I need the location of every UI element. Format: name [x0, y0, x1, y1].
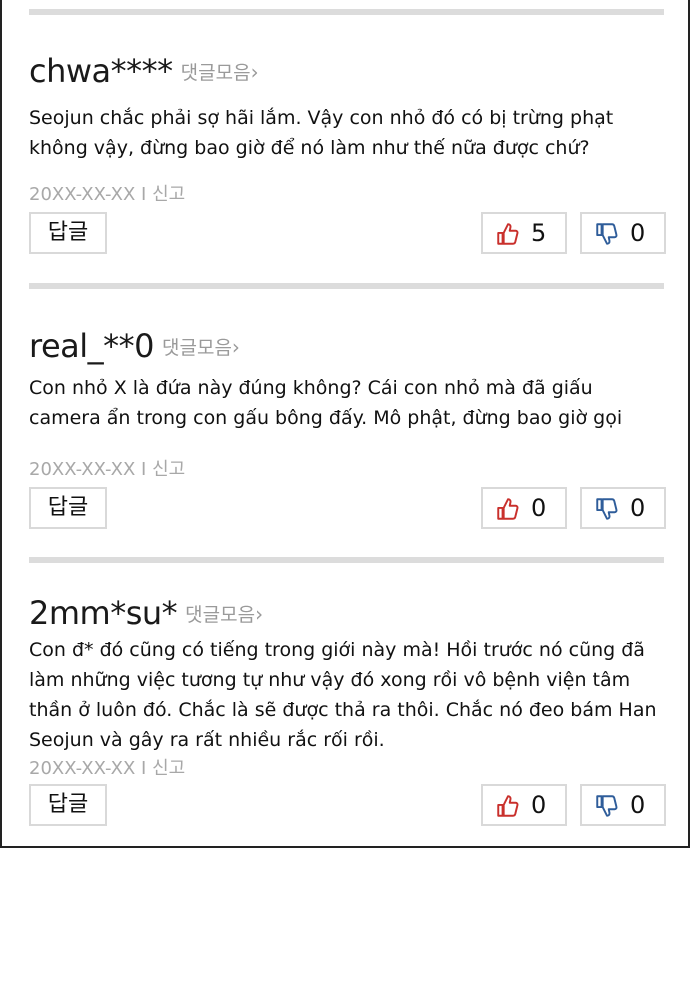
divider — [29, 283, 664, 289]
comment-username[interactable]: chwa**** 댓글모음› — [29, 52, 259, 90]
dislike-count: 0 — [630, 494, 646, 522]
comment-meta: 20XX-XX-XX I 신고 — [29, 754, 185, 780]
comment-date: 20XX-XX-XX — [29, 758, 136, 779]
meta-separator: I — [141, 184, 147, 205]
reply-button[interactable]: 답글 — [29, 212, 107, 254]
username-text[interactable]: chwa**** — [29, 52, 173, 90]
chevron-right-icon: › — [231, 335, 240, 359]
comment-username[interactable]: real_**0 댓글모음› — [29, 327, 240, 365]
dislike-button[interactable]: 0 — [580, 212, 666, 254]
meta-separator: I — [141, 459, 147, 480]
comment-collection-link[interactable]: 댓글모음 — [162, 337, 232, 359]
divider — [29, 557, 664, 563]
comments-panel: chwa**** 댓글모음› Seojun chắc phải sợ hãi lắ… — [0, 0, 690, 848]
comment-text: Seojun chắc phải sợ hãi lắm. Vậy con nhỏ… — [29, 107, 614, 159]
comment-collection-link[interactable]: 댓글모음 — [181, 62, 251, 84]
reply-button[interactable]: 답글 — [29, 487, 107, 529]
thumbs-up-icon — [497, 795, 519, 817]
username-text[interactable]: real_**0 — [29, 327, 155, 365]
comment-meta: 20XX-XX-XX I 신고 — [29, 455, 185, 481]
like-count: 5 — [531, 219, 547, 247]
dislike-count: 0 — [630, 219, 646, 247]
report-link[interactable]: 신고 — [152, 758, 185, 779]
report-link[interactable]: 신고 — [152, 184, 185, 205]
report-link[interactable]: 신고 — [152, 459, 185, 480]
dislike-button[interactable]: 0 — [580, 784, 666, 826]
comment-text: Con nhỏ X là đứa này đúng không? Cái con… — [29, 377, 623, 429]
thumbs-up-icon — [497, 498, 519, 520]
thumbs-down-icon — [596, 498, 618, 520]
comment-date: 20XX-XX-XX — [29, 459, 136, 480]
reply-button[interactable]: 답글 — [29, 784, 107, 826]
chevron-right-icon: › — [255, 602, 263, 626]
thumbs-down-icon — [596, 795, 618, 817]
comment-date: 20XX-XX-XX — [29, 184, 136, 205]
like-button[interactable]: 0 — [481, 784, 567, 826]
comment-meta: 20XX-XX-XX I 신고 — [29, 180, 185, 206]
comment-username[interactable]: 2mm*su* 댓글모음› — [29, 594, 263, 632]
divider — [29, 9, 664, 15]
thumbs-up-icon — [497, 223, 519, 245]
dislike-button[interactable]: 0 — [580, 487, 666, 529]
username-text[interactable]: 2mm*su* — [29, 594, 178, 632]
like-button[interactable]: 5 — [481, 212, 567, 254]
meta-separator: I — [141, 758, 147, 779]
like-button[interactable]: 0 — [481, 487, 567, 529]
like-count: 0 — [531, 494, 547, 522]
chevron-right-icon: › — [250, 60, 259, 84]
comment-collection-link[interactable]: 댓글모음 — [185, 604, 255, 626]
thumbs-down-icon — [596, 223, 618, 245]
dislike-count: 0 — [630, 791, 646, 819]
comment-text: Con đ* đó cũng có tiếng trong giới này m… — [29, 639, 657, 751]
like-count: 0 — [531, 791, 547, 819]
